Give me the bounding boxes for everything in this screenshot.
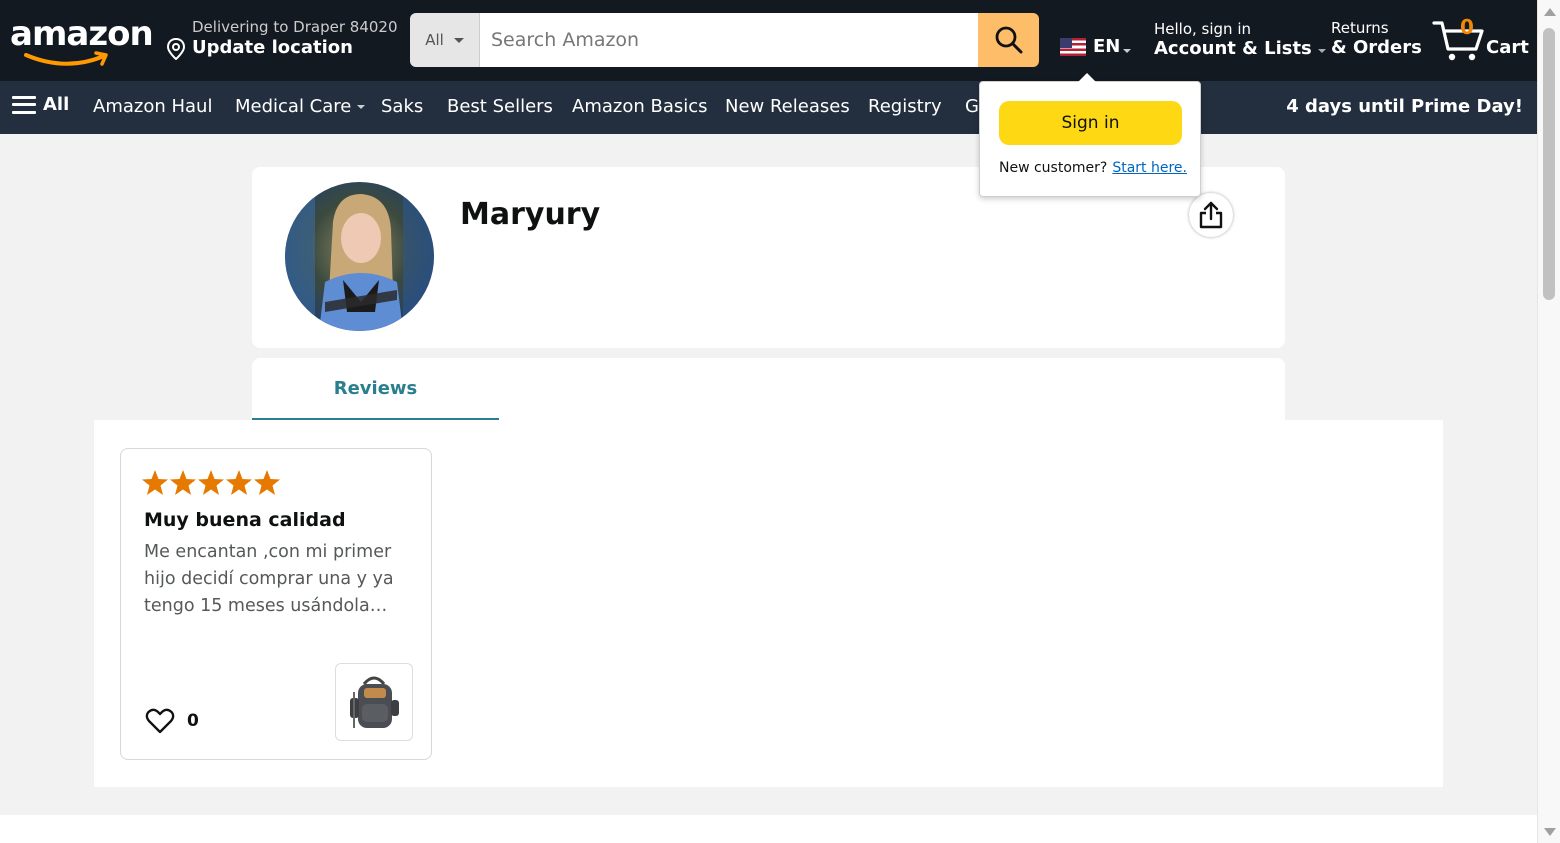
review-card[interactable]: Muy buena calidad Me encantan ,con mi pr…: [120, 448, 432, 760]
heart-icon: [145, 708, 175, 734]
cart-icon: [1432, 21, 1484, 61]
nav-link-new-releases[interactable]: New Releases: [725, 96, 850, 117]
page-footer-strip: [0, 815, 1537, 843]
chevron-down-icon: [357, 105, 366, 109]
top-nav-bar: amazon Delivering to Draper 84020 Update…: [0, 0, 1537, 81]
us-flag-icon: [1060, 37, 1086, 56]
greeting-text: Hello, sign in: [1154, 20, 1252, 38]
star-rating: [141, 469, 286, 497]
search-bar: All: [410, 13, 1039, 67]
account-lists-label: Account & Lists: [1154, 38, 1312, 59]
language-selector[interactable]: EN: [1060, 36, 1132, 57]
search-input[interactable]: [480, 13, 978, 67]
cart-button[interactable]: 0 Cart: [1432, 15, 1529, 65]
location-pin-icon: [166, 38, 186, 60]
cart-label: Cart: [1486, 37, 1529, 58]
cart-count: 0: [1460, 15, 1474, 39]
product-thumbnail[interactable]: [335, 663, 413, 741]
like-button[interactable]: 0: [145, 707, 199, 735]
nav-link-best-sellers[interactable]: Best Sellers: [447, 96, 553, 117]
nav-link-medical-care[interactable]: Medical Care: [235, 96, 366, 117]
nav-link-medical-care-label: Medical Care: [235, 96, 352, 117]
review-title: Muy buena calidad: [144, 509, 346, 531]
nav-link-amazon-basics[interactable]: Amazon Basics: [572, 96, 708, 117]
profile-photo: [285, 182, 434, 331]
search-icon: [995, 26, 1022, 54]
popover-arrow: [1078, 73, 1096, 82]
orders-label: & Orders: [1331, 37, 1422, 58]
search-category-dropdown[interactable]: All: [410, 13, 480, 67]
all-menu-button[interactable]: All: [12, 94, 69, 115]
search-button[interactable]: [978, 13, 1039, 67]
scroll-down-arrow-icon[interactable]: [1544, 828, 1556, 836]
signin-button[interactable]: Sign in: [999, 101, 1182, 145]
share-button[interactable]: [1189, 193, 1233, 237]
reviews-section: Muy buena calidad Me encantan ,con mi pr…: [94, 420, 1443, 787]
account-lists-menu[interactable]: Hello, sign in Account & Lists: [1154, 20, 1326, 59]
returns-label: Returns: [1331, 19, 1389, 37]
scroll-up-arrow-icon[interactable]: [1544, 8, 1556, 16]
returns-orders-link[interactable]: Returns & Orders: [1331, 19, 1422, 58]
scrollbar-thumb[interactable]: [1543, 28, 1555, 300]
star-icon: [170, 470, 196, 495]
prime-day-banner[interactable]: 4 days until Prime Day!: [1286, 96, 1523, 117]
start-here-link[interactable]: Start here.: [1112, 160, 1187, 176]
account-lists-row: Account & Lists: [1154, 38, 1326, 59]
star-icon: [142, 470, 168, 495]
share-icon: [1199, 201, 1223, 229]
language-code: EN: [1093, 36, 1121, 57]
star-icon: [226, 470, 252, 495]
nav-link-saks[interactable]: Saks: [381, 96, 423, 117]
profile-name: Maryury: [460, 197, 601, 232]
star-icon: [254, 470, 280, 495]
secondary-nav-bar: All Amazon Haul Medical Care Saks Best S…: [0, 81, 1537, 134]
delivery-address-text: Delivering to Draper 84020: [192, 18, 398, 36]
nav-link-registry[interactable]: Registry: [868, 96, 942, 117]
chevron-down-icon: [453, 37, 464, 43]
backpack-product-image: [350, 676, 399, 728]
new-customer-text: New customer?: [999, 160, 1108, 176]
chevron-down-icon: [1317, 48, 1326, 53]
signin-popover: Sign in New customer? Start here.: [979, 73, 1201, 197]
star-icon: [198, 470, 224, 495]
vertical-scrollbar[interactable]: [1537, 0, 1560, 843]
five-star-icon: [142, 470, 280, 495]
amazon-logo-text: amazon: [10, 14, 154, 54]
profile-avatar: [285, 182, 434, 331]
chevron-down-icon: [1123, 48, 1132, 53]
like-count: 0: [187, 711, 199, 731]
amazon-logo[interactable]: amazon: [10, 14, 154, 70]
nav-link-amazon-haul[interactable]: Amazon Haul: [93, 96, 212, 117]
tab-reviews[interactable]: Reviews: [252, 358, 499, 420]
all-menu-label: All: [43, 94, 70, 115]
profile-tabs: Reviews: [252, 358, 1285, 420]
nav-link-truncated[interactable]: G: [965, 96, 979, 117]
hamburger-icon: [12, 95, 36, 114]
review-body: Me encantan ,con mi primer hijo decidí c…: [144, 542, 394, 616]
update-location-text: Update location: [192, 37, 353, 58]
search-category-label: All: [425, 31, 444, 49]
smile-arrow-icon: [24, 51, 108, 66]
new-customer-row: New customer? Start here.: [999, 160, 1187, 176]
